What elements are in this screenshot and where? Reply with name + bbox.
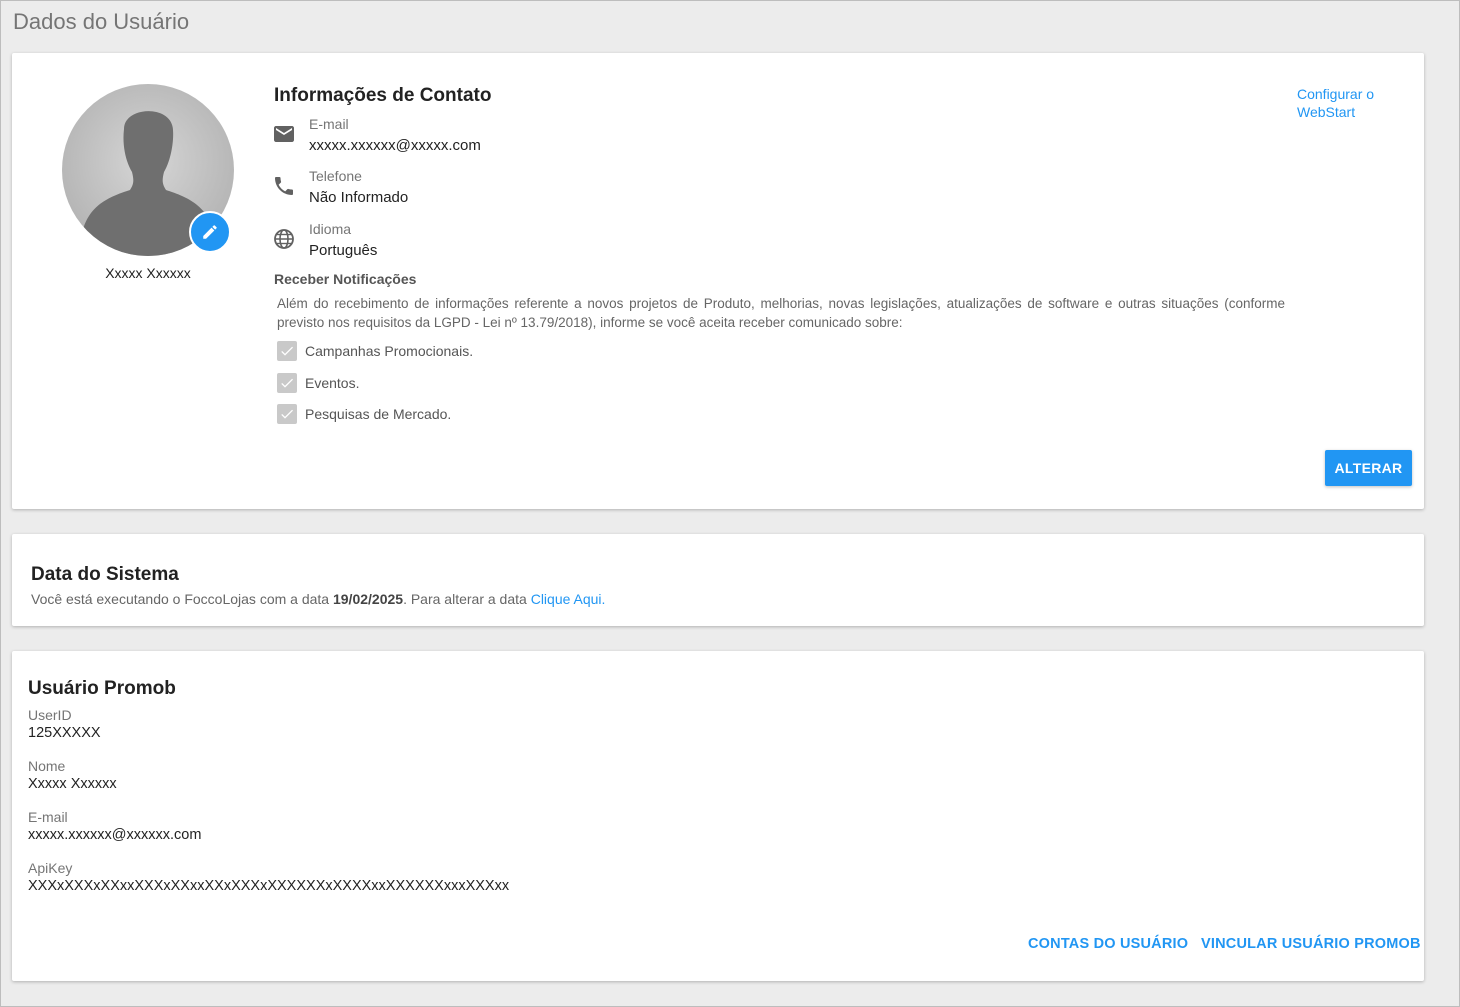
- globe-icon: [274, 229, 294, 249]
- field-label: ApiKey: [28, 860, 73, 876]
- field-value: 125XXXXX: [28, 725, 101, 741]
- checkbox-box[interactable]: [277, 341, 297, 361]
- system-date-card: Data do Sistema Você está executando o F…: [12, 534, 1424, 626]
- link-promob-user-button[interactable]: VINCULAR USUÁRIO PROMOB: [1201, 933, 1421, 955]
- email-value: xxxxx.xxxxxx@xxxxx.com: [309, 137, 481, 154]
- notifications-title: Receber Notificações: [274, 271, 417, 287]
- checkbox-label: Eventos.: [305, 375, 360, 391]
- email-label: E-mail: [309, 116, 349, 132]
- system-date-text-before: Você está executando o FoccoLojas com a …: [31, 591, 333, 607]
- field-email: E-mail xxxxx.xxxxxx@xxxxxx.com: [28, 809, 201, 843]
- checkmark-icon: [281, 378, 293, 388]
- field-userid: UserID 125XXXXX: [28, 707, 101, 741]
- change-date-link[interactable]: Clique Aqui.: [531, 591, 606, 607]
- user-accounts-button[interactable]: CONTAS DO USUÁRIO: [1028, 933, 1188, 955]
- checkbox-box[interactable]: [277, 404, 297, 424]
- edit-avatar-button[interactable]: [189, 211, 231, 253]
- change-button[interactable]: ALTERAR: [1325, 450, 1412, 486]
- user-data-card: Xxxxx Xxxxxx Informações de Contato E-ma…: [12, 53, 1424, 509]
- field-value: xxxxx.xxxxxx@xxxxxx.com: [28, 827, 202, 843]
- user-name: Xxxxx Xxxxxx: [105, 265, 191, 281]
- field-label: Nome: [28, 758, 66, 774]
- avatar-container: [62, 84, 234, 256]
- system-date-text: Você está executando o FoccoLojas com a …: [31, 591, 605, 607]
- field-label: UserID: [28, 707, 72, 723]
- system-date-title: Data do Sistema: [31, 564, 179, 585]
- configure-webstart-link[interactable]: Configurar o WebStart: [1297, 85, 1397, 121]
- system-date-value: 19/02/2025: [332, 591, 404, 607]
- checkbox-box[interactable]: [277, 373, 297, 393]
- promob-user-card: Usuário Promob UserID 125XXXXX Nome Xxxx…: [12, 651, 1424, 981]
- field-value: Xxxxx Xxxxxx: [28, 776, 117, 792]
- contact-info-title: Informações de Contato: [274, 85, 492, 106]
- language-value: Português: [309, 242, 378, 259]
- mail-icon: [274, 126, 294, 142]
- system-date-text-after: . Para alterar a data: [403, 591, 531, 607]
- language-label: Idioma: [309, 221, 352, 237]
- pencil-icon: [203, 225, 217, 239]
- phone-icon: [275, 177, 293, 195]
- page-title: Dados do Usuário: [13, 9, 190, 34]
- checkbox-label: Campanhas Promocionais.: [305, 343, 474, 359]
- notifications-description: Além do recebimento de informações refer…: [277, 296, 1285, 330]
- checkbox-label: Pesquisas de Mercado.: [305, 406, 452, 422]
- field-apikey: ApiKey XXXxXXXxXXxxXXXxXXxxXXxXXXxXXXXXX…: [28, 860, 509, 894]
- phone-value: Não Informado: [309, 189, 409, 206]
- field-value: XXXxXXXxXXxxXXXxXXxxXXxXXXxXXXXXXxXXXXxx…: [28, 878, 510, 894]
- phone-label: Telefone: [309, 168, 362, 184]
- checkmark-icon: [281, 346, 293, 356]
- checkmark-icon: [281, 409, 293, 419]
- field-label: E-mail: [28, 809, 68, 825]
- field-name: Nome Xxxxx Xxxxxx: [28, 758, 117, 792]
- promob-title: Usuário Promob: [28, 678, 176, 699]
